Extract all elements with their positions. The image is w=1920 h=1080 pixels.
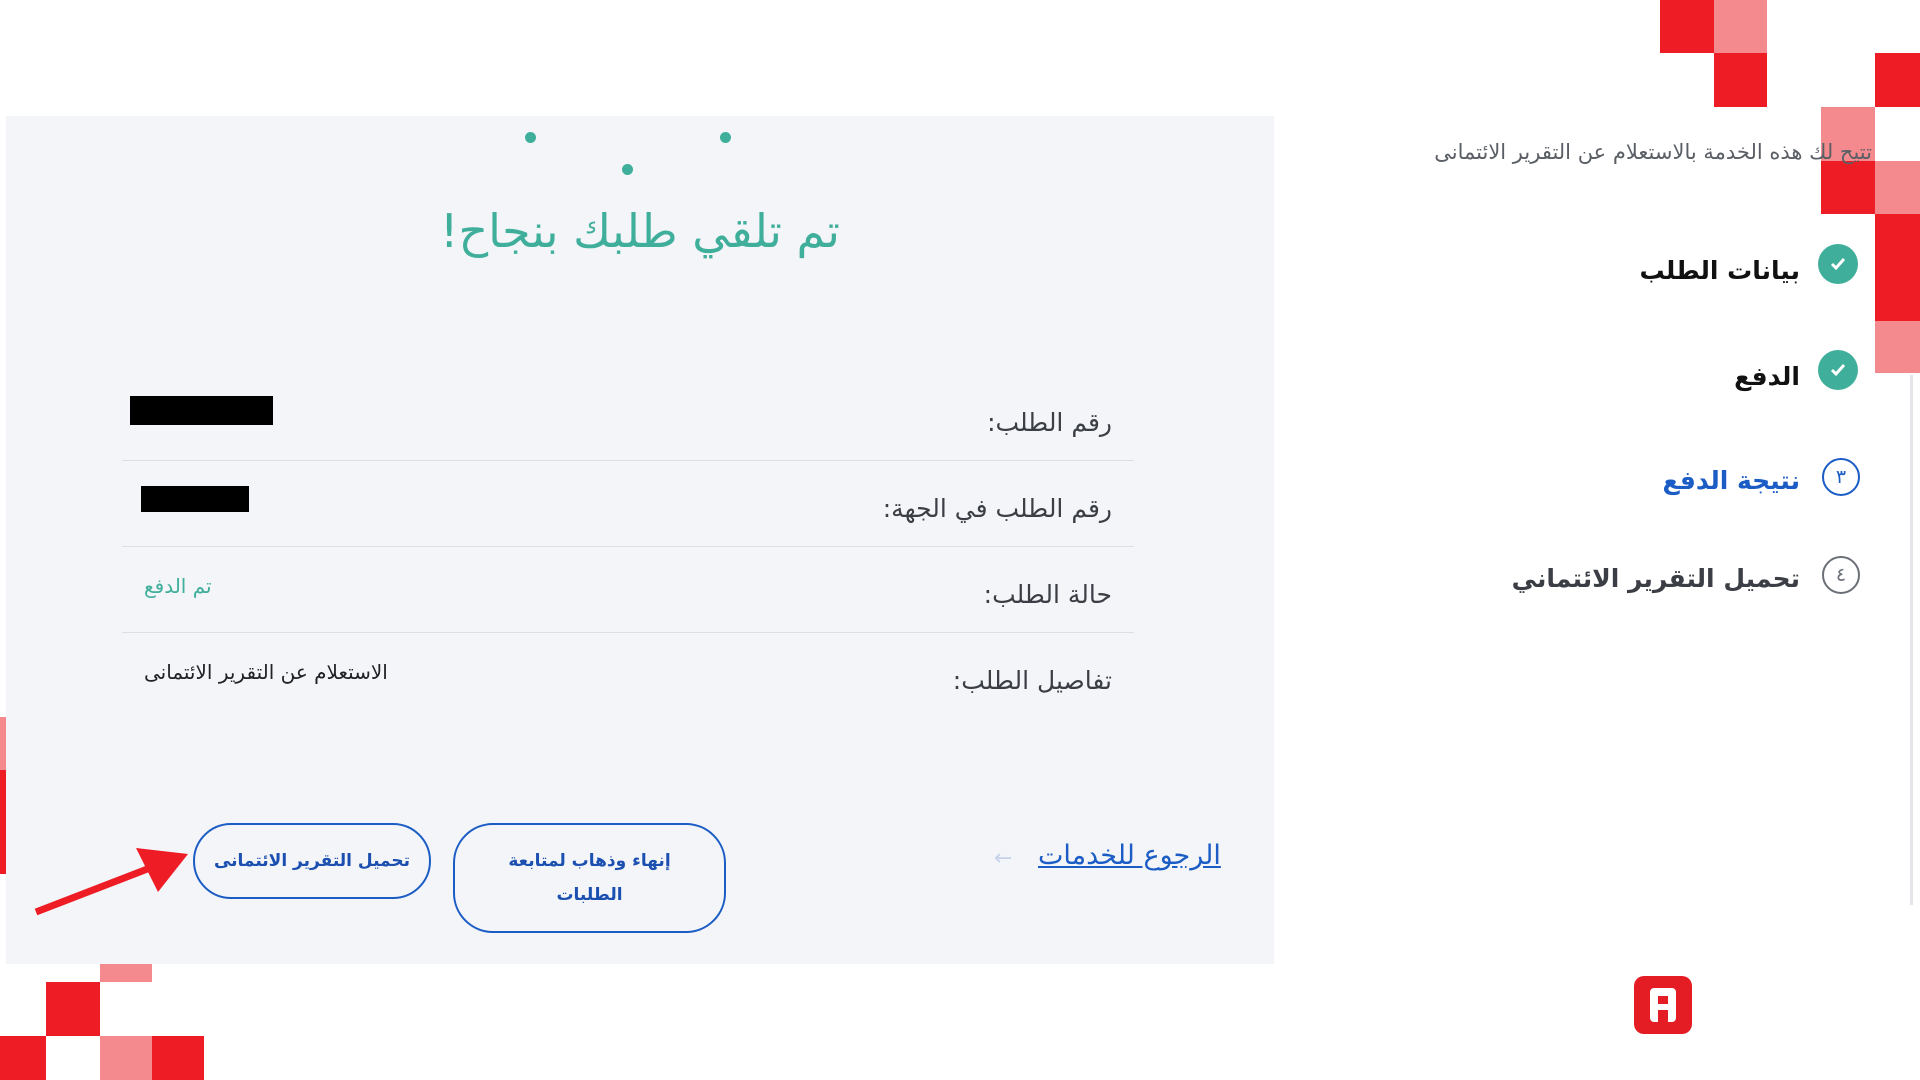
detail-row-status: حالة الطلب: تم الدفع: [122, 546, 1134, 633]
decor-pixel: [1714, 53, 1767, 107]
status-badge: تم الدفع: [144, 574, 212, 598]
step-label-payment: الدفع: [1734, 362, 1800, 391]
decor-pixel: [0, 1036, 46, 1080]
brand-logo-glyph: [1650, 988, 1676, 1022]
redacted-value: [141, 486, 249, 512]
detail-row-description: تفاصيل الطلب: الاستعلام عن التقرير الائت…: [122, 632, 1134, 718]
arrow-left-icon: ←: [994, 846, 1013, 871]
detail-value: الاستعلام عن التقرير الائتمانى: [144, 660, 388, 684]
decor-pixel: [1821, 161, 1875, 214]
redacted-value: [130, 396, 273, 425]
decor-dot: [622, 164, 633, 175]
step-label-download-report: تحميل التقرير الائتماني: [1511, 564, 1800, 593]
decor-pixel: [100, 1036, 152, 1080]
step-number-4: ٤: [1822, 556, 1860, 594]
step-check-icon-2: [1818, 350, 1858, 390]
red-annotation-arrow: [34, 848, 188, 916]
decor-pixel: [46, 982, 100, 1036]
brand-logo-icon: [1634, 976, 1692, 1034]
decor-pixel: [1714, 0, 1767, 53]
detail-label: حالة الطلب:: [983, 580, 1112, 609]
finish-and-track-label: إنهاء وذهاب لمتابعة الطلبات: [508, 851, 671, 905]
step-label-payment-result: نتيجة الدفع: [1662, 466, 1800, 495]
success-title: تم تلقي طلبك بنجاح!: [440, 204, 840, 258]
detail-label: رقم الطلب:: [987, 408, 1112, 437]
step-label-request-data: بيانات الطلب: [1639, 256, 1800, 285]
detail-label: تفاصيل الطلب:: [952, 666, 1112, 695]
step-number-3: ٣: [1822, 458, 1860, 496]
decor-dot: [720, 132, 731, 143]
service-intro-text: تتيح لك هذه الخدمة بالاستعلام عن التقرير…: [1434, 140, 1872, 164]
step-number-text: ٣: [1835, 466, 1847, 488]
step-number-text: ٤: [1835, 564, 1847, 586]
decor-pixel: [152, 1036, 204, 1080]
decor-pixel: [1875, 214, 1920, 321]
check-icon: [1830, 364, 1846, 377]
check-icon: [1830, 258, 1846, 271]
detail-row-entity-number: رقم الطلب في الجهة:: [122, 460, 1134, 547]
finish-and-track-button[interactable]: إنهاء وذهاب لمتابعة الطلبات: [453, 823, 726, 933]
decor-pixel: [1660, 0, 1714, 53]
detail-label: رقم الطلب في الجهة:: [882, 494, 1112, 523]
scrollbar[interactable]: [1910, 375, 1913, 905]
download-report-label: تحميل التقرير الائتمانى: [213, 851, 411, 871]
back-to-services-link[interactable]: الرجوع للخدمات: [1038, 840, 1221, 871]
detail-row-request-number: رقم الطلب:: [122, 374, 1134, 461]
decor-pixel: [1875, 321, 1920, 373]
decor-pixel: [1875, 161, 1920, 214]
step-check-icon-1: [1818, 244, 1858, 284]
download-report-button[interactable]: تحميل التقرير الائتمانى: [193, 823, 431, 899]
decor-dot: [525, 132, 536, 143]
decor-pixel: [1875, 53, 1920, 107]
